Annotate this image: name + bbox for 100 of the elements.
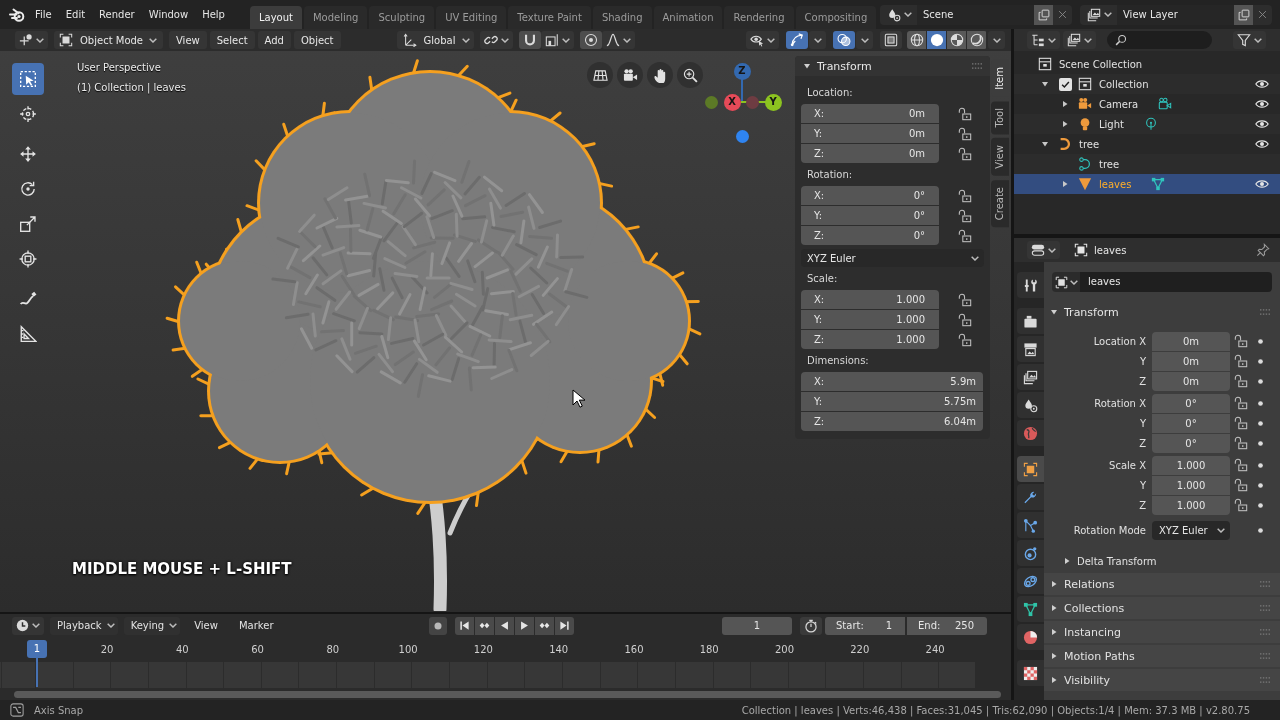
number-field[interactable]: X: 1.000 <box>801 290 939 309</box>
orientation-dropdown[interactable]: Global <box>396 31 474 49</box>
workspace-tab[interactable]: Compositing <box>795 6 877 29</box>
checkbox[interactable] <box>1058 77 1072 91</box>
outliner-row[interactable]: tree <box>1014 154 1280 174</box>
view-axis-button[interactable]: X <box>723 93 741 111</box>
number-field[interactable]: 0° <box>1152 393 1230 413</box>
open-padlock-icon[interactable] <box>1234 334 1248 348</box>
view-axis-dot-icon[interactable] <box>735 129 749 143</box>
scrollbar[interactable] <box>14 691 1001 698</box>
shading-mode-button[interactable] <box>967 31 986 49</box>
tool-button[interactable] <box>12 63 44 95</box>
number-field[interactable]: 1.000 <box>1152 455 1230 475</box>
pin-icon[interactable] <box>1256 243 1270 257</box>
workspace-tab[interactable]: Texture Paint <box>508 6 591 29</box>
open-padlock-icon[interactable] <box>1234 458 1248 472</box>
falloff-dropdown[interactable] <box>601 31 635 49</box>
panel-header[interactable]: Instancing <box>1044 621 1280 643</box>
properties-tab[interactable] <box>1017 272 1044 298</box>
play-reverse-button[interactable] <box>494 616 514 635</box>
rotation-mode-dropdown[interactable]: XYZ Euler <box>1152 520 1230 540</box>
number-field[interactable]: 0° <box>1152 413 1230 433</box>
outliner-row[interactable]: Scene Collection <box>1014 54 1280 74</box>
remove-button[interactable] <box>1053 4 1072 25</box>
workspace-tab[interactable]: UV Editing <box>436 6 507 29</box>
open-padlock-icon[interactable] <box>958 312 972 327</box>
open-padlock-icon[interactable] <box>958 208 972 223</box>
open-padlock-icon[interactable] <box>1234 478 1248 492</box>
duplicate-button[interactable] <box>1234 4 1253 25</box>
panel-header[interactable]: Transform <box>795 56 990 76</box>
visibility-dropdown[interactable] <box>746 31 779 49</box>
view-layer-dropdown[interactable] <box>1063 31 1096 49</box>
number-field[interactable]: 0m <box>1152 331 1230 351</box>
view-axis-dot-icon[interactable] <box>704 95 718 109</box>
panel-header[interactable]: Motion Paths <box>1044 645 1280 667</box>
header-menu[interactable]: View <box>187 616 225 635</box>
dot-icon[interactable] <box>1258 338 1263 344</box>
workspace-tab[interactable]: Sculpting <box>369 6 435 29</box>
open-padlock-icon[interactable] <box>958 188 972 203</box>
properties-tab[interactable] <box>1017 364 1044 390</box>
properties-tab[interactable] <box>1017 660 1044 686</box>
sidebar-tab[interactable]: Tool <box>991 100 1009 135</box>
name-field[interactable]: leaves <box>1080 272 1272 292</box>
properties-tab[interactable] <box>1017 624 1044 650</box>
number-field[interactable]: Z: 0m <box>801 144 939 163</box>
number-field[interactable]: 1.000 <box>1152 475 1230 495</box>
number-field[interactable]: X: 0° <box>801 186 939 205</box>
menu-item[interactable]: Help <box>195 5 232 24</box>
outliner-row[interactable]: tree <box>1014 134 1280 154</box>
header-menu[interactable]: Playback <box>50 616 118 635</box>
subpanel-header[interactable]: Delta Transform <box>1044 551 1280 571</box>
disclosure-triangle-icon[interactable] <box>1061 100 1069 108</box>
properties-tab[interactable] <box>1017 540 1044 566</box>
workspace-tab[interactable]: Layout <box>249 6 302 29</box>
jump-to-start-button[interactable] <box>454 616 474 635</box>
gizmo-toggle[interactable] <box>786 31 808 49</box>
eye-icon[interactable] <box>1255 117 1269 131</box>
open-padlock-icon[interactable] <box>1234 498 1248 512</box>
panel-header[interactable]: Visibility <box>1044 669 1280 691</box>
number-field[interactable]: X: 5.9m <box>801 372 983 391</box>
header-menu[interactable]: View <box>169 31 207 49</box>
start-frame-field[interactable]: Start: 1 <box>825 616 905 635</box>
dot-icon[interactable] <box>1258 482 1263 488</box>
eye-icon[interactable] <box>1255 177 1269 191</box>
number-field[interactable]: Y: 5.75m <box>801 392 983 411</box>
open-padlock-icon[interactable] <box>958 332 972 347</box>
next-keyframe-button[interactable] <box>534 616 554 635</box>
camera-view-button[interactable] <box>617 62 643 88</box>
overlays-toggle[interactable] <box>833 31 855 49</box>
header-menu[interactable]: Object <box>293 31 341 49</box>
open-padlock-icon[interactable] <box>1234 354 1248 368</box>
number-field[interactable]: 1.000 <box>1152 495 1230 515</box>
disclosure-triangle-icon[interactable] <box>1061 120 1069 128</box>
dot-icon[interactable] <box>1258 502 1263 508</box>
menu-item[interactable]: Edit <box>58 5 93 24</box>
jump-to-end-button[interactable] <box>554 616 574 635</box>
eye-icon[interactable] <box>1255 77 1269 91</box>
dot-icon[interactable] <box>1258 462 1263 468</box>
editor-type-button[interactable] <box>15 31 48 49</box>
editor-type-button[interactable] <box>12 616 44 635</box>
browse-button[interactable] <box>880 4 917 25</box>
snap-target-dropdown[interactable] <box>540 31 574 49</box>
number-field[interactable]: Z: 0° <box>801 226 939 245</box>
panel-header[interactable]: Relations <box>1044 573 1280 595</box>
open-padlock-icon[interactable] <box>958 106 972 121</box>
disclosure-triangle-icon[interactable] <box>1041 140 1049 148</box>
shading-dropdown[interactable] <box>988 31 1005 49</box>
header-menu[interactable]: Add <box>257 31 291 49</box>
outliner-row[interactable]: Light <box>1014 114 1280 134</box>
number-field[interactable]: Z: 1.000 <box>801 330 939 349</box>
workspace-tab[interactable]: Rendering <box>724 6 794 29</box>
number-field[interactable]: 0m <box>1152 371 1230 391</box>
workspace-tab[interactable]: Shading <box>592 6 652 29</box>
number-field[interactable]: Y: 1.000 <box>801 310 939 329</box>
filter-dropdown[interactable] <box>1233 31 1266 49</box>
view-axis-dot-icon[interactable] <box>745 95 759 109</box>
overlays-dropdown[interactable] <box>856 31 873 49</box>
pan-view-button[interactable] <box>647 62 673 88</box>
open-padlock-icon[interactable] <box>1234 374 1248 388</box>
mode-dropdown[interactable]: Object Mode <box>54 31 163 49</box>
